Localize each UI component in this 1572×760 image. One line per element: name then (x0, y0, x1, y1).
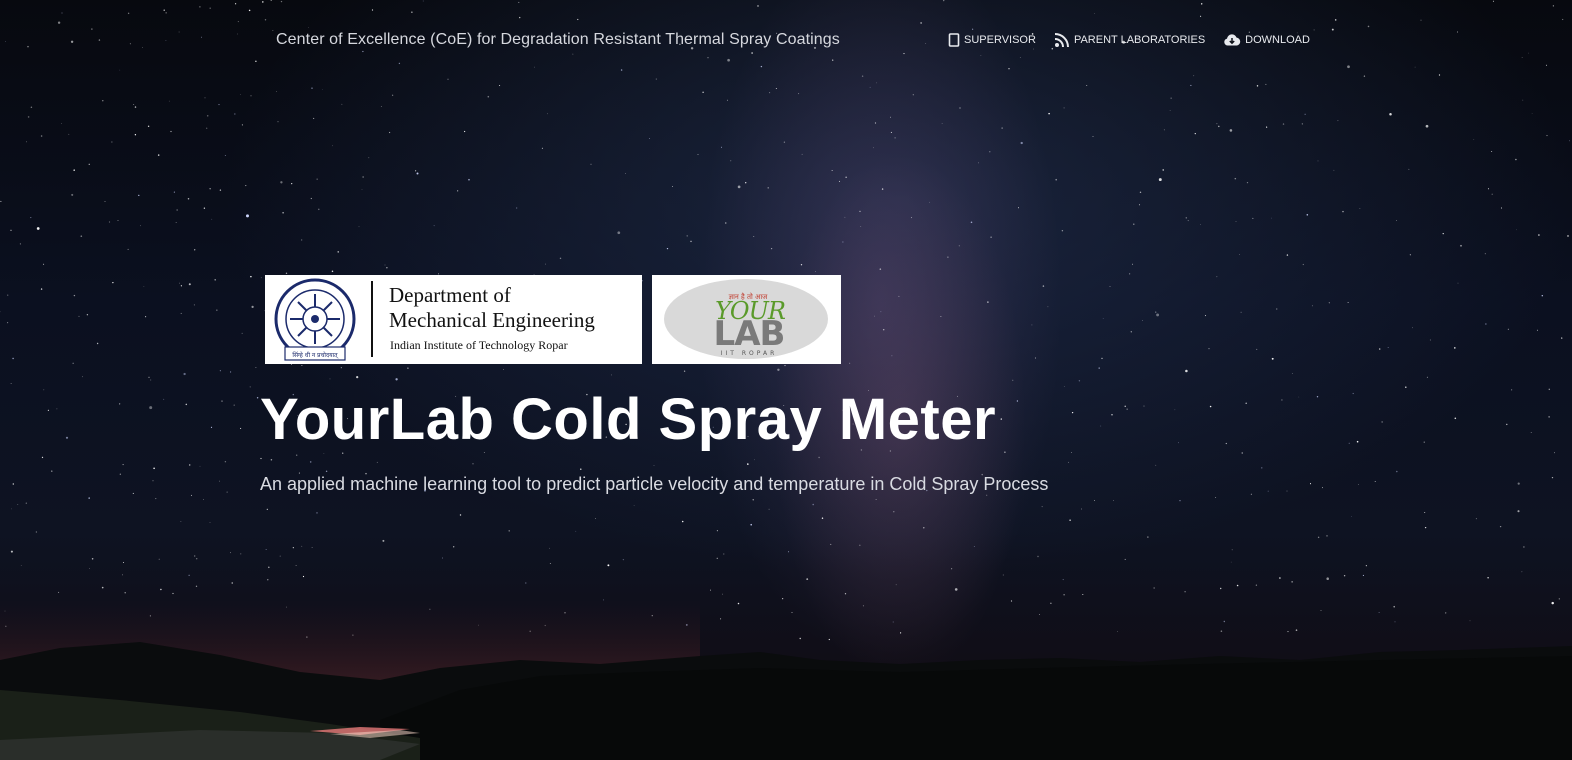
rss-icon (1054, 33, 1069, 48)
department-name: Department of Mechanical Engineering (389, 283, 595, 333)
cloud-download-icon (1224, 34, 1241, 46)
seal-caption: सिंग्हे धी न प्रचोदयात् (292, 351, 338, 359)
page-title: YourLab Cold Spray Meter (260, 387, 997, 452)
yourlab-logo-graphic: ज्ञान है तो आज LAB YOUR IIT ROPAR (664, 279, 828, 359)
yourlab-logo: ज्ञान है तो आज LAB YOUR IIT ROPAR (652, 275, 841, 364)
tablet-icon (948, 33, 960, 47)
iit-ropar-seal-icon: सिंग्हे धी न प्रचोदयात् (274, 278, 356, 361)
nav-supervisor[interactable]: SUPERVISOR (948, 33, 1036, 47)
department-line2: Mechanical Engineering (389, 308, 595, 332)
page-subtitle: An applied machine learning tool to pred… (260, 474, 1049, 494)
nav-download[interactable]: DOWNLOAD (1223, 33, 1310, 47)
logo-divider (371, 281, 373, 357)
yourlab-name-top: YOUR (715, 297, 786, 325)
hero-section: Center of Excellence (CoE) for Degradati… (0, 0, 1572, 760)
iit-ropar-department-logo: सिंग्हे धी न प्रचोदयात् Department of Me… (265, 275, 642, 364)
main-nav: SUPERVISOR PARENT LABORATORIES DOWNLOAD (948, 32, 1310, 48)
institute-name: Indian Institute of Technology Ropar (390, 338, 568, 352)
yourlab-sub: IIT ROPAR (721, 350, 778, 357)
logo-strip: सिंग्हे धी न प्रचोदयात् Department of Me… (265, 275, 841, 364)
nav-supervisor-label: SUPERVISOR (964, 34, 1036, 46)
site-title-link[interactable]: Center of Excellence (CoE) for Degradati… (276, 31, 840, 49)
top-navigation-bar: Center of Excellence (CoE) for Degradati… (0, 0, 1572, 80)
nav-parent-laboratories-label: PARENT LABORATORIES (1073, 34, 1206, 46)
nav-download-label: DOWNLOAD (1245, 34, 1310, 46)
nav-parent-laboratories[interactable]: PARENT LABORATORIES (1054, 32, 1205, 48)
mountain-silhouette (0, 600, 1572, 760)
department-line1: Department of (389, 283, 511, 307)
